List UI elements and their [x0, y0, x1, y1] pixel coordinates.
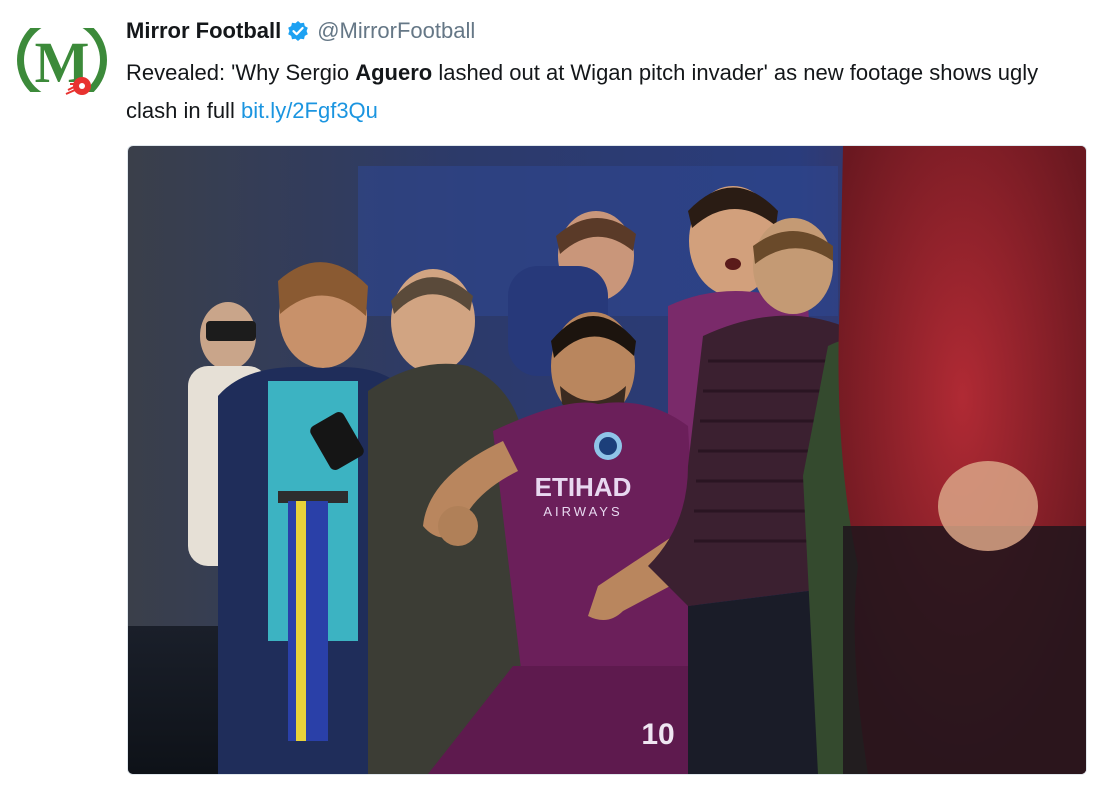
kit-sponsor-main: ETIHAD: [535, 472, 632, 502]
user-handle[interactable]: @MirrorFootball: [317, 18, 475, 44]
display-name[interactable]: Mirror Football: [126, 18, 281, 44]
tweet-text: Revealed: 'Why Sergio Aguero lashed out …: [126, 54, 1086, 130]
tweet-text-bold: Aguero: [355, 60, 433, 85]
mirror-football-logo-icon: M: [16, 14, 108, 106]
verified-badge-icon: [287, 20, 309, 42]
kit-sponsor-sub: AIRWAYS: [543, 504, 622, 519]
tweet-photo[interactable]: ETIHAD AIRWAYS 10: [127, 145, 1087, 775]
shirt-number: 10: [641, 718, 674, 751]
tweet-link[interactable]: bit.ly/2Fgf3Qu: [241, 98, 378, 123]
tweet-card[interactable]: M Mirror Football @MirrorFootball Reveal…: [0, 0, 1100, 802]
photo-illustration: ETIHAD AIRWAYS 10: [128, 146, 1086, 774]
tweet-header: Mirror Football @MirrorFootball: [126, 16, 475, 46]
tweet-text-before: Revealed: 'Why Sergio: [126, 60, 356, 85]
avatar[interactable]: M: [16, 14, 108, 106]
